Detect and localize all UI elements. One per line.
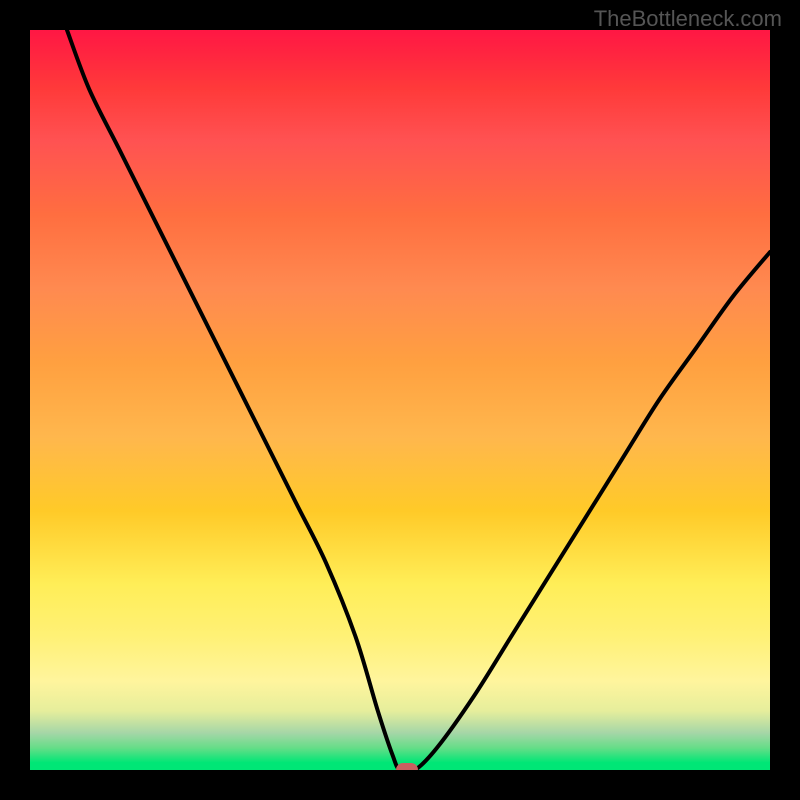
- watermark-text: TheBottleneck.com: [594, 6, 782, 32]
- chart-container: TheBottleneck.com: [0, 0, 800, 800]
- plot-area: [30, 30, 770, 770]
- optimal-point-marker: [396, 763, 418, 770]
- bottleneck-curve: [30, 30, 770, 770]
